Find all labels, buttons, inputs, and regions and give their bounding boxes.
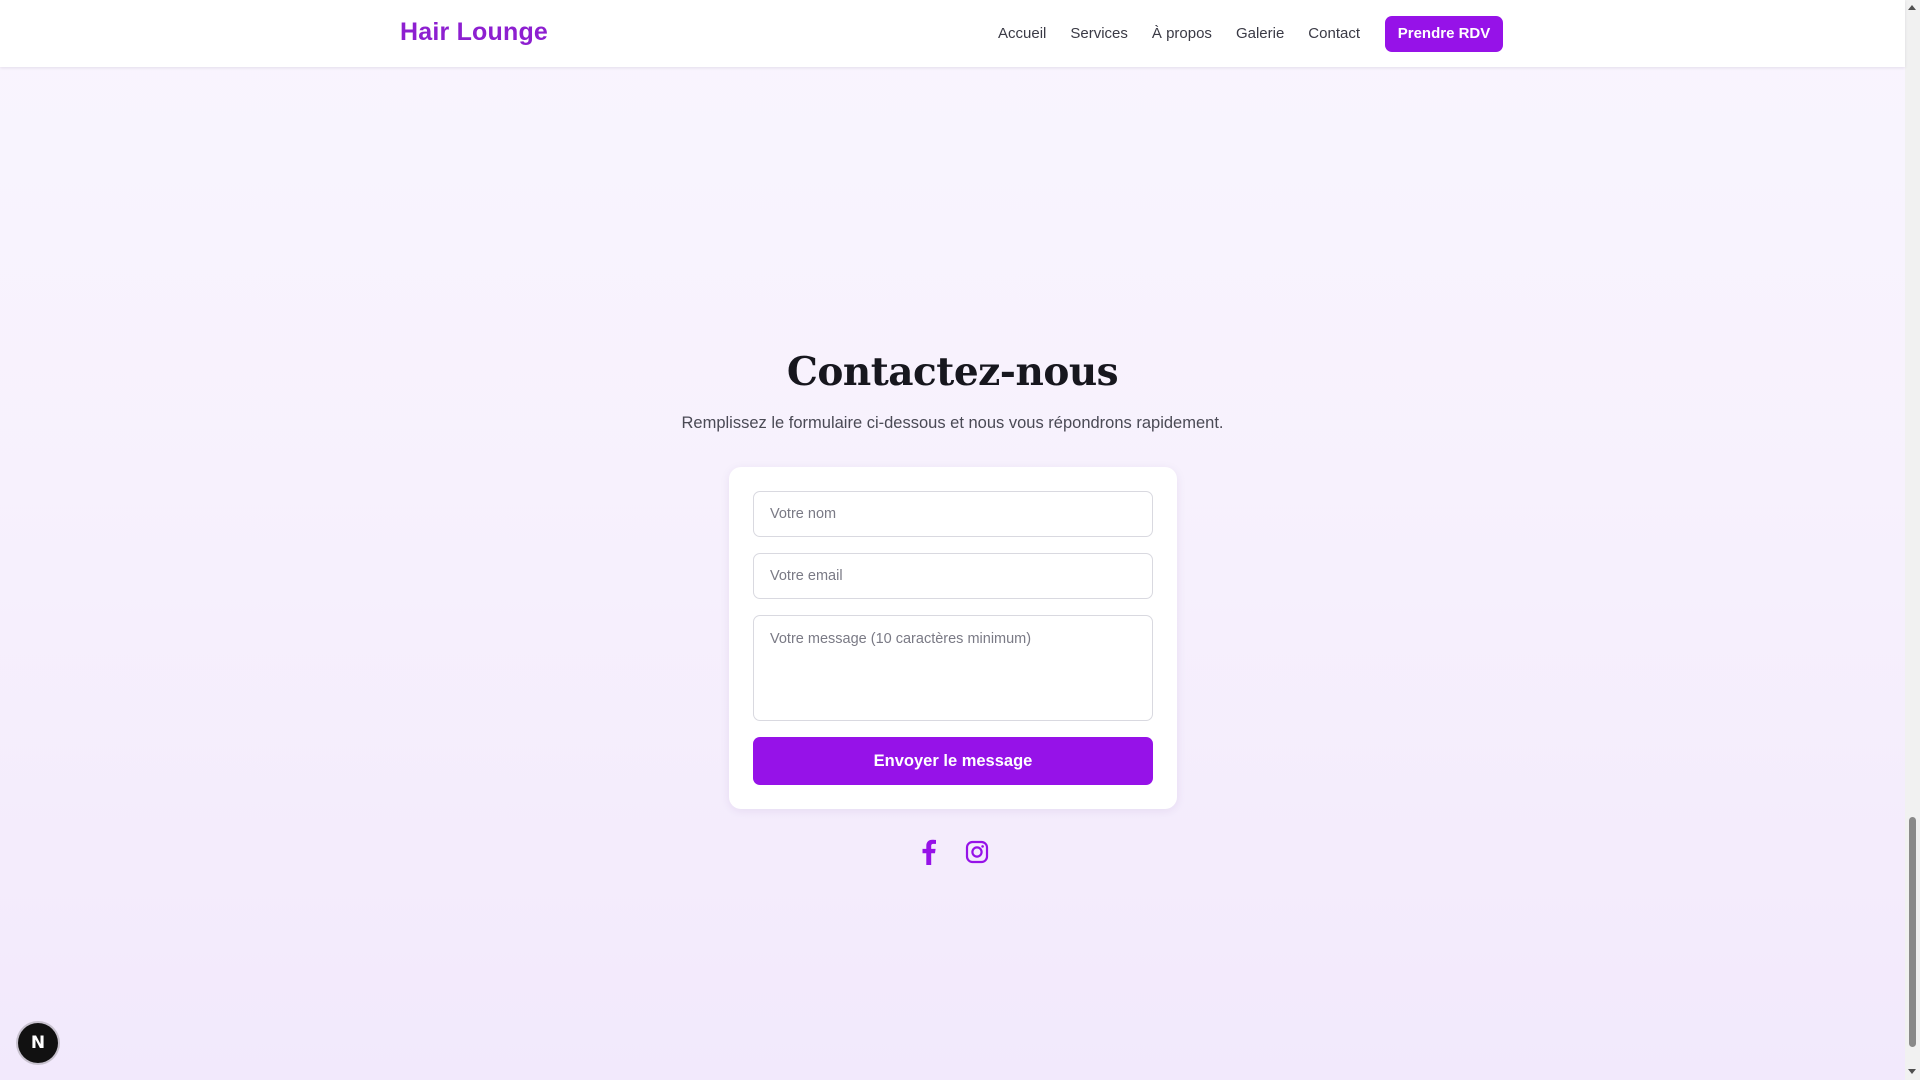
scroll-down-icon[interactable] <box>1908 1069 1916 1074</box>
scroll-thumb[interactable] <box>1909 817 1916 1047</box>
dev-badge-letter: N <box>30 1033 46 1053</box>
section-subtitle: Remplissez le formulaire ci-dessous et n… <box>681 414 1224 432</box>
nav-link-accueil[interactable]: Accueil <box>998 25 1046 42</box>
site-header: Hair Lounge Accueil Services À propos Ga… <box>0 0 1905 67</box>
instagram-link[interactable] <box>964 838 990 866</box>
main-nav: Accueil Services À propos Galerie Contac… <box>998 0 1503 67</box>
instagram-icon <box>965 840 988 864</box>
nav-link-services[interactable]: Services <box>1070 25 1128 42</box>
scroll-up-icon[interactable] <box>1908 5 1916 10</box>
nav-link-galerie[interactable]: Galerie <box>1236 25 1284 42</box>
social-links <box>0 838 1905 866</box>
contact-form: Envoyer le message <box>729 467 1177 809</box>
section-title: Contactez-nous <box>786 349 1119 395</box>
facebook-link[interactable] <box>916 838 942 866</box>
nav-link-a-propos[interactable]: À propos <box>1152 25 1212 42</box>
message-textarea[interactable] <box>753 615 1153 721</box>
nav-link-contact[interactable]: Contact <box>1308 25 1360 42</box>
name-input[interactable] <box>753 491 1153 537</box>
logo[interactable]: Hair Lounge <box>400 18 548 47</box>
send-message-button[interactable]: Envoyer le message <box>753 737 1153 785</box>
facebook-icon <box>922 839 936 865</box>
email-input[interactable] <box>753 553 1153 599</box>
page-scrollbar[interactable] <box>1905 0 1920 1080</box>
book-appointment-button[interactable]: Prendre RDV <box>1385 15 1503 52</box>
dev-tools-badge[interactable]: N <box>18 1023 58 1063</box>
